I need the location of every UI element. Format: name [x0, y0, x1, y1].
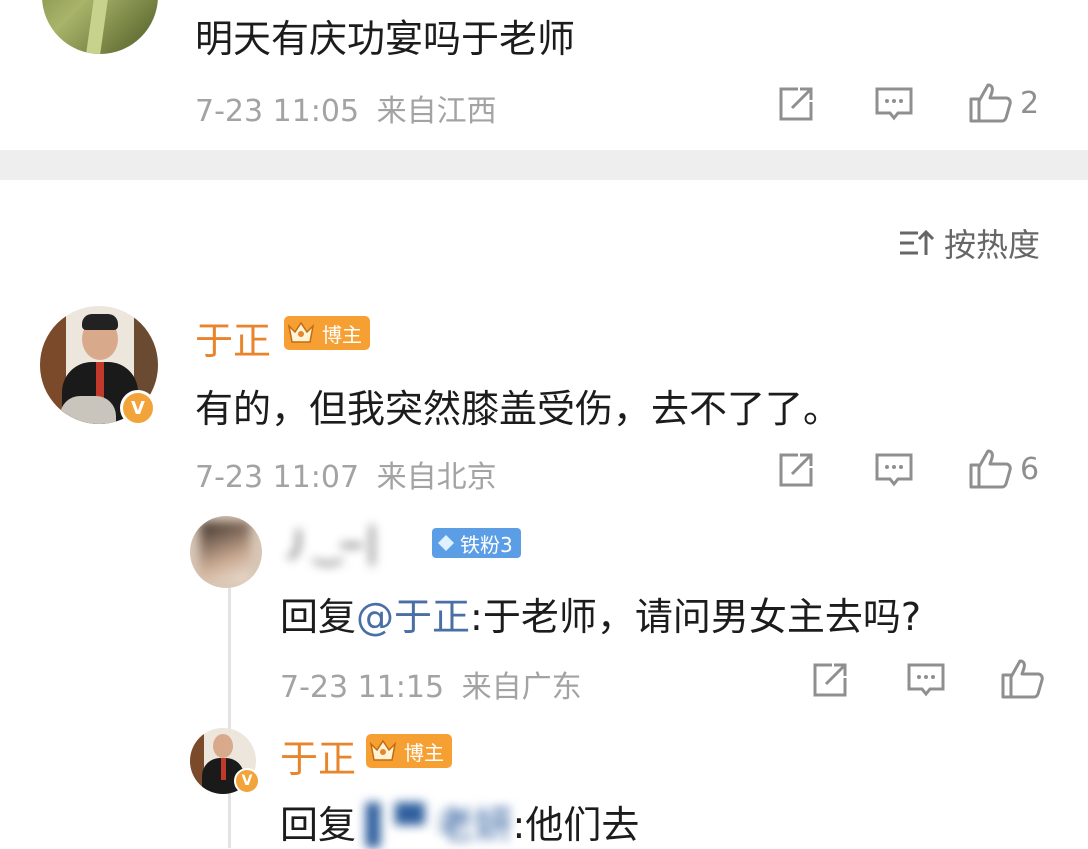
like-button[interactable]	[1000, 658, 1044, 700]
thumb-up-icon	[969, 449, 1012, 489]
comment-icon	[875, 87, 913, 121]
like-count: 2	[1020, 85, 1040, 121]
reply-text: 回复@于正:于老师，请问男女主去吗?	[280, 586, 921, 641]
comment-meta: 7-23 11:07 来自北京	[195, 452, 497, 496]
share-button[interactable]	[810, 660, 850, 700]
diamond-icon	[438, 535, 454, 551]
verified-badge-icon: V	[234, 768, 260, 794]
reply-prefix: 回复	[280, 595, 357, 639]
share-button[interactable]	[776, 450, 816, 490]
comment-time: 7-23 11:07	[195, 460, 360, 495]
share-button[interactable]	[776, 84, 816, 124]
comment-time: 7-23 11:05	[195, 94, 360, 129]
share-icon	[779, 453, 813, 487]
reply-body: :他们去	[512, 803, 640, 847]
thumb-up-icon	[969, 83, 1012, 123]
avatar-top-commenter[interactable]	[42, 0, 158, 54]
share-icon	[813, 663, 847, 697]
comment-icon	[907, 663, 945, 697]
crown-icon	[366, 734, 400, 768]
reply-button[interactable]	[906, 660, 946, 700]
blogger-badge: 博主	[284, 316, 370, 350]
comment-text: 明天有庆功宴吗于老师	[195, 17, 576, 61]
avatar-reply-user[interactable]	[190, 516, 262, 588]
sort-label: 按热度	[944, 226, 1041, 264]
sort-toggle[interactable]: 按热度	[898, 220, 1040, 266]
blogger-badge-label: 博主	[322, 322, 362, 347]
verified-badge-icon: V	[120, 390, 156, 426]
reply-button[interactable]	[874, 450, 914, 490]
mention-link[interactable]: ▌▀ 老妍	[366, 803, 513, 847]
comment-location: 来自北京	[376, 460, 497, 495]
reply-text: 回复 ▌▀ 老妍:他们去	[280, 794, 639, 849]
share-icon	[779, 87, 813, 121]
sort-icon	[900, 229, 934, 255]
reply-prefix: 回复	[280, 803, 357, 847]
like-button[interactable]: 2	[968, 82, 1039, 124]
mention-link[interactable]: @于正	[356, 595, 470, 639]
thumb-up-icon	[1001, 659, 1044, 699]
reply-author-name[interactable]: 丿‿─│	[280, 518, 382, 567]
blogger-badge-label: 博主	[404, 740, 444, 765]
crown-icon	[284, 316, 318, 350]
reply-meta: 7-23 11:15 来自广东	[280, 662, 582, 706]
reply-button[interactable]	[874, 84, 914, 124]
reply-location: 来自广东	[461, 670, 582, 705]
like-count: 6	[1020, 451, 1040, 487]
comment-text: 有的，但我突然膝盖受伤，去不了了。	[195, 387, 842, 431]
reply-body: :于老师，请问男女主去吗?	[470, 595, 922, 639]
like-button[interactable]: 6	[968, 448, 1039, 490]
reply-author-name[interactable]: 于正	[280, 728, 356, 783]
reply-time: 7-23 11:15	[280, 670, 445, 705]
comment-location: 来自江西	[376, 94, 497, 129]
comment-meta: 7-23 11:05 来自江西	[195, 86, 497, 130]
fan-badge: 铁粉3	[432, 528, 521, 558]
blogger-badge: 博主	[366, 734, 452, 768]
comment-author-name[interactable]: 于正	[195, 310, 271, 365]
section-divider	[0, 150, 1088, 180]
fan-badge-label: 铁粉3	[460, 532, 513, 557]
comment-icon	[875, 453, 913, 487]
reply-author-text: 丿‿─│	[280, 526, 383, 566]
thread-line	[228, 580, 231, 848]
